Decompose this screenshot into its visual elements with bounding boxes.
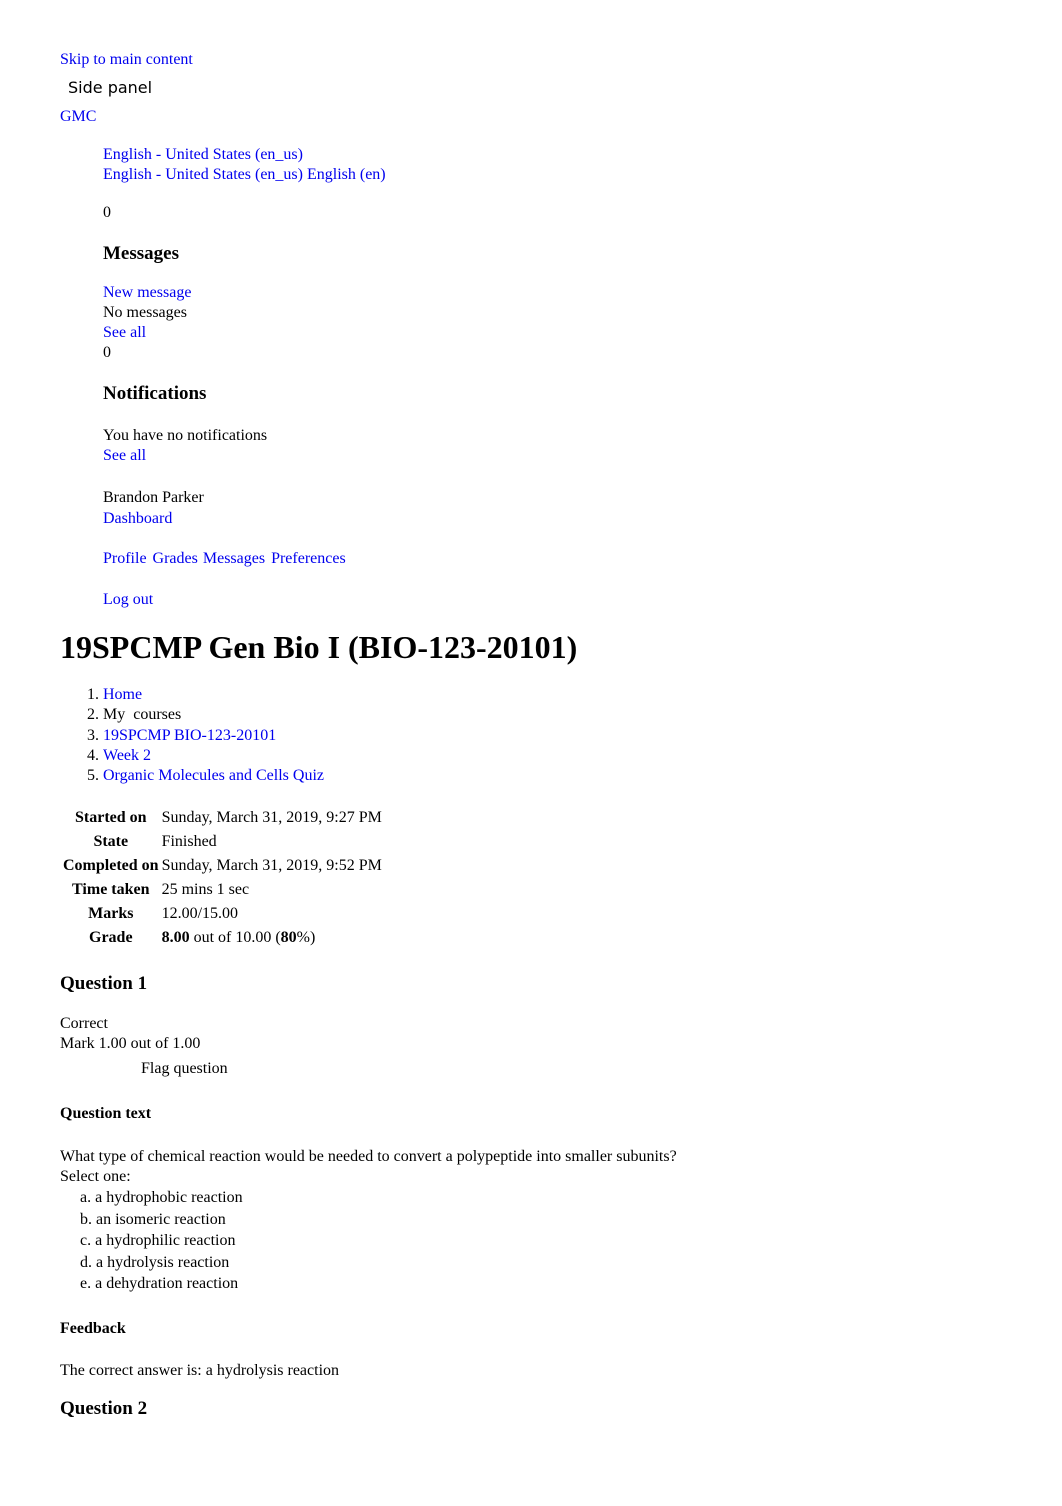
- breadcrumb-item: My courses: [103, 705, 1062, 725]
- breadcrumb-home-link[interactable]: Home: [103, 686, 142, 703]
- breadcrumb-course-link[interactable]: 19SPCMP BIO-123-20101: [103, 727, 276, 744]
- question-text: What type of chemical reaction would be …: [60, 1148, 677, 1166]
- breadcrumb-item: Home: [103, 685, 1062, 705]
- breadcrumb-week-link[interactable]: Week 2: [103, 747, 151, 764]
- logout-link[interactable]: Log out: [103, 589, 1062, 611]
- flag-question-toggle[interactable]: Flag question: [141, 1058, 1062, 1080]
- profile-link[interactable]: Profile: [103, 550, 147, 567]
- breadcrumb-item: 19SPCMP BIO-123-20101: [103, 726, 1062, 746]
- grades-link[interactable]: Grades: [153, 550, 198, 567]
- attempt-summary-table: Started on Sunday, March 31, 2019, 9:27 …: [60, 805, 382, 950]
- breadcrumb-item: Organic Molecules and Cells Quiz: [103, 766, 1062, 786]
- question-2: Question 2: [60, 1397, 1062, 1421]
- summary-label: Grade: [89, 929, 133, 947]
- site-home-link[interactable]: GMC: [60, 106, 1062, 128]
- no-notifications-text: You have no notifications: [103, 427, 268, 444]
- answer-option-d[interactable]: d. a hydrolysis reaction: [80, 1252, 1062, 1274]
- summary-row-started: Started on Sunday, March 31, 2019, 9:27 …: [60, 805, 382, 830]
- grade-suffix: %): [296, 929, 316, 947]
- messages-count[interactable]: 0: [103, 203, 1062, 223]
- language-option-en-us[interactable]: English - United States (en_us): [103, 166, 303, 183]
- summary-value: Finished: [161, 833, 217, 851]
- breadcrumb-item: Week 2: [103, 746, 1062, 766]
- summary-row-grade: Grade 8.00 out of 10.00 (80%): [60, 926, 382, 950]
- summary-label: Started on: [75, 808, 147, 826]
- dashboard-link[interactable]: Dashboard: [103, 508, 1062, 530]
- language-current[interactable]: English - United States (en_us): [103, 146, 303, 163]
- grade-percent: 80: [280, 929, 297, 947]
- feedback-text: The correct answer is: a hydrolysis reac…: [60, 1361, 340, 1379]
- question-mark: Mark 1.00 out of 1.00: [60, 1035, 201, 1053]
- answer-option-a[interactable]: a. a hydrophobic reaction: [80, 1187, 1062, 1209]
- answer-option-c[interactable]: c. a hydrophilic reaction: [80, 1230, 1062, 1252]
- summary-value: 25 mins 1 sec: [161, 881, 250, 899]
- breadcrumb-my-courses: My courses: [103, 706, 182, 724]
- skip-to-main-link[interactable]: Skip to main content: [60, 49, 1062, 71]
- user-name: Brandon Parker: [103, 489, 204, 506]
- summary-row-completed: Completed on Sunday, March 31, 2019, 9:5…: [60, 854, 382, 878]
- side-panel-toggle[interactable]: Side panel: [68, 78, 1062, 98]
- user-menu: Profile Grades Messages Preferences: [103, 548, 1062, 570]
- question-state: Correct: [60, 1015, 108, 1033]
- feedback-heading: Feedback: [60, 1319, 126, 1337]
- messages-heading: Messages: [103, 243, 179, 264]
- language-menu: English - United States (en_us) English …: [103, 145, 1062, 185]
- summary-value: Sunday, March 31, 2019, 9:52 PM: [161, 857, 382, 875]
- notifications-see-all-link[interactable]: See all: [103, 446, 1062, 466]
- summary-label: State: [93, 833, 129, 851]
- summary-row-state: State Finished: [60, 830, 382, 854]
- no-messages-text: No messages: [103, 304, 187, 321]
- preferences-link[interactable]: Preferences: [271, 550, 346, 567]
- course-title: 19SPCMP Gen Bio I (BIO-123-20101): [60, 629, 578, 665]
- language-option-en[interactable]: English (en): [307, 166, 386, 183]
- notifications-count[interactable]: 0: [103, 343, 1062, 363]
- summary-label: Marks: [88, 905, 134, 923]
- answer-option-b[interactable]: b. an isomeric reaction: [80, 1209, 1062, 1231]
- select-one-prompt: Select one:: [60, 1168, 131, 1186]
- question-2-heading: Question 2: [60, 1397, 148, 1419]
- question-1-heading: Question 1: [60, 973, 148, 995]
- messages-link[interactable]: Messages: [203, 550, 265, 567]
- notifications-heading: Notifications: [103, 383, 207, 404]
- summary-value: 12.00/15.00: [161, 905, 239, 923]
- summary-label: Completed on: [63, 857, 159, 875]
- grade-score: 8.00: [161, 929, 190, 947]
- question-1: Question 1 Correct Mark 1.00 out of 1.00…: [60, 972, 1062, 1381]
- question-text-heading: Question text: [60, 1105, 152, 1123]
- page: Skip to main content Side panel GMC Engl…: [0, 0, 1062, 1421]
- summary-row-time-taken: Time taken 25 mins 1 sec: [60, 878, 382, 902]
- navbar-user-area: English - United States (en_us) English …: [103, 145, 1062, 611]
- answer-option-e[interactable]: e. a dehydration reaction: [80, 1273, 1062, 1295]
- breadcrumb-quiz-link[interactable]: Organic Molecules and Cells Quiz: [103, 767, 324, 784]
- new-message-link[interactable]: New message: [103, 283, 1062, 303]
- summary-value: Sunday, March 31, 2019, 9:27 PM: [161, 808, 382, 826]
- messages-see-all-link[interactable]: See all: [103, 323, 1062, 343]
- summary-label: Time taken: [72, 881, 150, 899]
- breadcrumb: Home My courses 19SPCMP BIO-123-20101 We…: [60, 685, 1062, 786]
- summary-row-marks: Marks 12.00/15.00: [60, 902, 382, 926]
- answer-options: a. a hydrophobic reaction b. an isomeric…: [80, 1187, 1062, 1295]
- grade-out-of: out of 10.00 (: [189, 929, 281, 947]
- summary-value: 8.00 out of 10.00 (80%): [162, 926, 382, 950]
